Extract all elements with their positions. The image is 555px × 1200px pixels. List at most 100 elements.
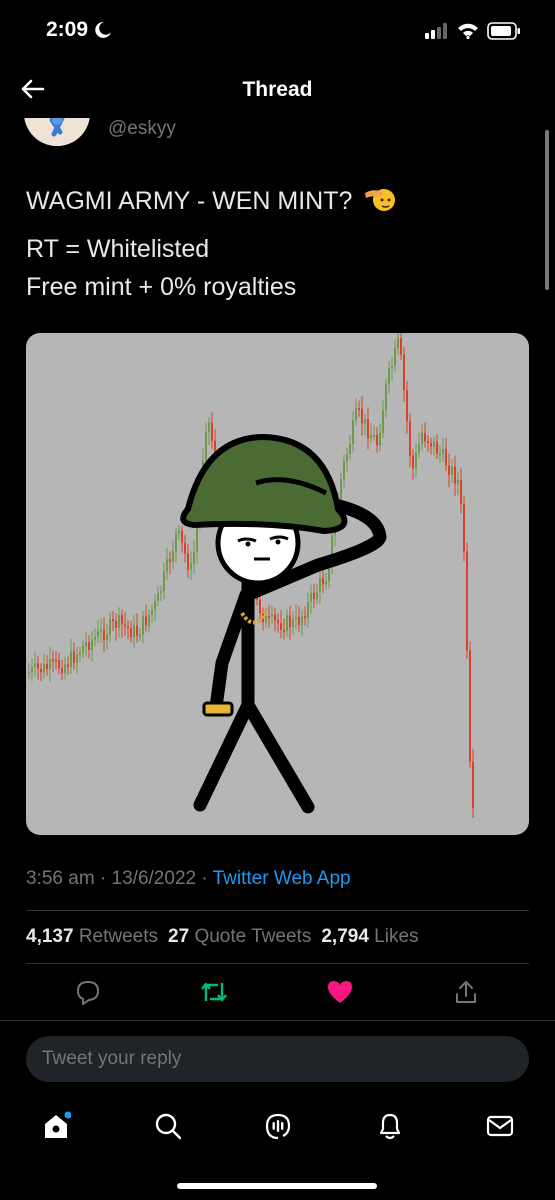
candle-body xyxy=(64,664,66,673)
candle-body xyxy=(151,610,153,615)
candle-body xyxy=(418,444,420,453)
candle-body xyxy=(73,651,75,663)
candle-body xyxy=(367,419,369,439)
candle-body xyxy=(79,652,81,655)
home-indicator[interactable] xyxy=(177,1183,377,1189)
meme-illustration xyxy=(28,333,474,819)
spaces-icon xyxy=(265,1113,291,1140)
candle-body xyxy=(259,599,261,614)
tweet-handle[interactable]: @eskyy xyxy=(108,118,176,140)
candle-body xyxy=(406,390,408,422)
candle-body xyxy=(70,651,72,667)
candle-body xyxy=(304,616,306,619)
candle-body xyxy=(175,533,177,551)
candle-body xyxy=(172,550,174,562)
candle-body xyxy=(310,592,312,602)
candle-body xyxy=(34,663,36,668)
tweet-text-line-2: RT = Whitelisted xyxy=(26,235,210,263)
candle-body xyxy=(307,601,309,618)
tab-spaces[interactable] xyxy=(258,1106,298,1146)
candle-body xyxy=(286,615,288,632)
candle-body xyxy=(271,614,273,617)
heart-icon xyxy=(328,981,352,1003)
candle-body xyxy=(370,435,372,439)
retweets-stat[interactable]: 4,137 Retweets xyxy=(26,926,158,948)
candle-body xyxy=(433,441,435,447)
candle-body xyxy=(85,642,87,647)
candle-body xyxy=(103,629,105,641)
candle-body xyxy=(145,616,147,626)
candle-body xyxy=(163,571,165,592)
candle-body xyxy=(97,630,99,637)
candle-body xyxy=(445,448,447,466)
battery-icon xyxy=(487,22,520,40)
search-icon xyxy=(155,1113,182,1140)
candle-body xyxy=(415,452,417,469)
candle-body xyxy=(67,664,69,667)
divider xyxy=(0,1020,555,1021)
candle-body xyxy=(139,634,141,637)
likes-stat[interactable]: 2,794 Likes xyxy=(321,926,418,948)
tweet-source-link[interactable]: Twitter Web App xyxy=(213,868,351,889)
candle-body xyxy=(208,422,210,433)
candle-body xyxy=(469,650,471,762)
like-button[interactable] xyxy=(320,972,360,1012)
quotes-count: 27 xyxy=(168,926,190,947)
candle-body xyxy=(133,625,135,638)
quotes-stat[interactable]: 27 Quote Tweets xyxy=(168,926,311,948)
candle-body xyxy=(391,366,393,369)
candle-body xyxy=(322,578,324,585)
tab-home[interactable] xyxy=(36,1106,76,1146)
status-time-text: 2:09 xyxy=(46,18,89,41)
candle-body xyxy=(472,761,474,809)
candle-body xyxy=(136,625,138,636)
candle-body xyxy=(46,663,48,670)
status-icons xyxy=(425,22,521,40)
candle-body xyxy=(178,530,180,534)
page-title: Thread xyxy=(242,78,313,101)
tweet-actions xyxy=(26,972,529,1012)
candle-body xyxy=(301,616,303,625)
candle-body xyxy=(313,592,315,600)
reply-button[interactable] xyxy=(68,972,108,1012)
candle-body xyxy=(88,642,90,650)
candle-body xyxy=(442,448,444,454)
candle-body xyxy=(61,668,63,673)
candle-body xyxy=(319,578,321,592)
candle-body xyxy=(451,466,453,475)
tab-messages[interactable] xyxy=(480,1106,520,1146)
scrollbar[interactable] xyxy=(545,130,549,290)
candle-body xyxy=(28,672,30,675)
tab-notifications[interactable] xyxy=(370,1106,410,1146)
candle-body xyxy=(37,663,39,669)
retweets-label: Retweets xyxy=(78,926,159,947)
share-button[interactable] xyxy=(446,972,486,1012)
divider xyxy=(26,963,529,964)
candle-body xyxy=(154,601,156,611)
candle-body xyxy=(430,443,432,447)
candle-body xyxy=(49,659,51,670)
candle-body xyxy=(457,479,459,484)
candle-body xyxy=(448,465,450,475)
candle-body xyxy=(91,639,93,650)
candle-body xyxy=(409,421,411,456)
retweet-button[interactable] xyxy=(194,972,234,1012)
candle-body xyxy=(181,530,183,543)
status-time: 2:09 xyxy=(46,18,112,42)
messages-icon xyxy=(486,1115,514,1137)
reply-input[interactable]: Tweet your reply xyxy=(26,1036,529,1082)
candle-body xyxy=(292,618,294,628)
candle-body xyxy=(325,581,327,585)
candle-body xyxy=(94,636,96,640)
candle-body xyxy=(160,591,162,594)
candle-body xyxy=(82,646,84,653)
tweet-media-image[interactable] xyxy=(26,333,529,835)
candle-body xyxy=(148,614,150,626)
candle-body xyxy=(106,634,108,641)
candle-body xyxy=(385,384,387,411)
tab-search[interactable] xyxy=(148,1106,188,1146)
candle-body xyxy=(454,466,456,484)
candle-body xyxy=(340,478,342,502)
candle-body xyxy=(205,432,207,461)
candle-body xyxy=(268,616,270,619)
